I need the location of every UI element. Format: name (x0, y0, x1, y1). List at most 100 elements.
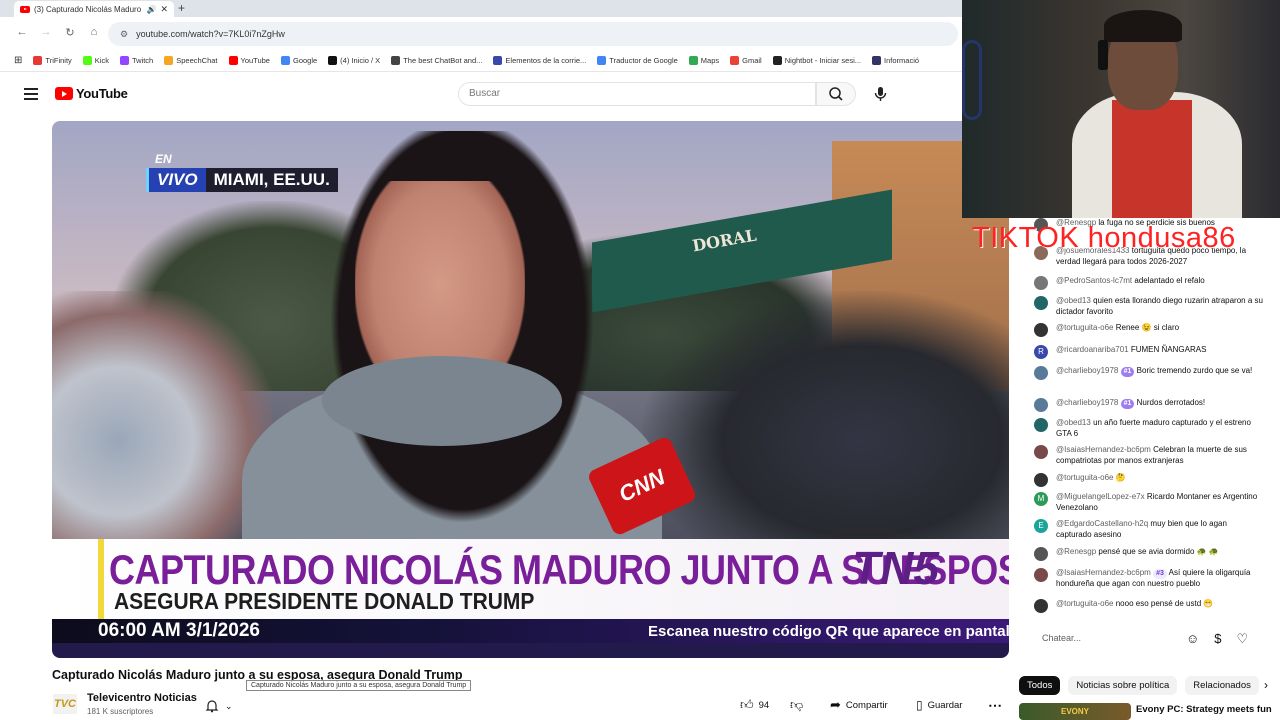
bookmark-favicon-icon (730, 56, 740, 65)
site-info-icon[interactable]: ⚙ (120, 29, 128, 40)
bookmark-item[interactable]: (4) Inicio / X (328, 56, 380, 65)
channel-name[interactable]: Televicentro Noticias (87, 692, 197, 704)
chat-author[interactable]: @ricardoanariba701 (1056, 345, 1129, 354)
chat-avatar[interactable] (1034, 599, 1048, 613)
chat-avatar[interactable] (1034, 445, 1048, 459)
chat-avatar[interactable] (1034, 547, 1048, 561)
superchat-icon[interactable]: $ (1214, 631, 1221, 647)
bookmark-item[interactable]: TriFinity (33, 56, 72, 65)
chat-avatar[interactable] (1034, 418, 1048, 432)
video-player[interactable]: DORAL CNN EN VIVO MIAMI, EE.UU. CAPTURAD… (52, 121, 1009, 658)
more-actions-button[interactable]: ⋯ (988, 694, 1002, 716)
bookmark-label: Maps (700, 56, 720, 65)
youtube-logo[interactable]: YouTube (55, 86, 128, 101)
chat-avatar[interactable] (1034, 276, 1048, 290)
live-chat: @Renesgp la fuga no se perdicie sis buen… (1014, 218, 1280, 620)
chat-message: R @ricardoanariba701 FUMEN ÑANGARAS (1034, 345, 1264, 359)
share-button[interactable]: ➦ Compartir (830, 694, 888, 716)
related-video-thumbnail[interactable]: EVONY (1019, 703, 1131, 720)
browser-tab[interactable]: (3) Capturado Nicolás Maduro 🔊 ✕ (14, 1, 174, 17)
url-field[interactable]: ⚙ youtube.com/watch?v=7KL0i7nZgHw (108, 22, 958, 46)
chat-message: @tortuguita-o6e 🤔 (1034, 473, 1264, 487)
chat-avatar[interactable]: R (1034, 345, 1048, 359)
bookmark-item[interactable]: Informació (872, 56, 919, 65)
chat-avatar[interactable] (1034, 323, 1048, 337)
chat-author[interactable]: @tortuguita-o6e (1056, 599, 1114, 608)
bookmark-item[interactable]: Twitch (119, 56, 154, 65)
live-vivo-label: VIVO (146, 168, 206, 192)
chat-text: nooo eso pensé de ustd 😁 (1115, 599, 1214, 608)
bookmark-item[interactable]: Kick (82, 56, 109, 65)
tab-close-icon[interactable]: ✕ (160, 4, 168, 15)
chat-avatar[interactable] (1034, 366, 1048, 380)
audio-icon[interactable]: 🔊 (146, 5, 156, 14)
chat-avatar[interactable] (1034, 296, 1048, 310)
bookmark-item[interactable]: Maps (688, 56, 720, 65)
tab-title: (3) Capturado Nicolás Maduro (34, 4, 142, 14)
new-tab-button[interactable]: + (178, 1, 185, 15)
bookmark-label: YouTube (240, 56, 270, 65)
dislike-button[interactable]: 👎︎ (790, 694, 803, 716)
heart-icon[interactable]: ♡ (1237, 631, 1249, 647)
video-bottom-strip (52, 643, 1009, 658)
bookmark-item[interactable]: Gmail (730, 56, 762, 65)
chat-author[interactable]: @charlieboy1978 (1056, 366, 1118, 375)
emoji-icon[interactable]: ☺ (1186, 631, 1199, 647)
chat-text: Nurdos derrotados! (1136, 398, 1206, 407)
chat-avatar[interactable] (1034, 398, 1048, 412)
bookmark-favicon-icon (119, 56, 129, 65)
chat-author[interactable]: @IsaiasHernandez-bc6pm (1056, 445, 1151, 454)
filter-chip[interactable]: Relacionados (1185, 675, 1259, 695)
bookmark-label: Twitch (131, 56, 154, 65)
chat-author[interactable]: @obed13 (1056, 418, 1091, 427)
save-button[interactable]: ▯ Guardar (916, 694, 962, 716)
bookmark-item[interactable]: YouTube (228, 56, 270, 65)
bookmark-item[interactable]: Traductor de Google (597, 56, 678, 65)
chat-author[interactable]: @tortuguita-o6e (1056, 323, 1114, 332)
video-scene-hood (322, 356, 562, 446)
video-scene-crowd-left (52, 291, 272, 541)
like-button[interactable]: 👍︎ 94 (740, 694, 769, 716)
chat-input[interactable]: Chatear... (1034, 628, 1194, 650)
chat-avatar[interactable] (1034, 473, 1048, 487)
chat-author[interactable]: @MiguelangelLopez-e7x (1056, 492, 1145, 501)
hamburger-menu-icon[interactable] (24, 88, 38, 103)
bookmark-item[interactable]: Google (280, 56, 317, 65)
back-icon[interactable]: ← (14, 26, 30, 38)
forward-icon[interactable]: → (38, 26, 54, 38)
notification-bell-button[interactable]: ⌄ (205, 696, 251, 716)
filter-chip[interactable]: Noticias sobre política (1068, 675, 1178, 695)
chat-author[interactable]: @charlieboy1978 (1056, 398, 1118, 407)
home-icon[interactable]: ⌂ (86, 26, 102, 38)
channel-avatar[interactable]: TVC (53, 694, 77, 714)
voice-search-button[interactable] (866, 82, 894, 106)
search-button[interactable] (816, 82, 856, 106)
share-icon: ➦ (830, 697, 841, 712)
bookmark-item[interactable]: Nightbot - Iniciar sesi... (772, 56, 861, 65)
chat-author[interactable]: @tortuguita-o6e (1056, 473, 1114, 482)
filter-chip[interactable]: Todos (1019, 675, 1061, 695)
bookmark-item[interactable]: Elementos de la corrie... (493, 56, 586, 65)
related-video-title[interactable]: Evony PC: Strategy meets fun (1136, 704, 1272, 715)
youtube-logo-text: YouTube (76, 86, 128, 101)
chat-author[interactable]: @PedroSantos-lc7mt (1056, 276, 1132, 285)
bookmark-label: Gmail (742, 56, 762, 65)
bookmark-item[interactable]: SpeechChat (164, 56, 218, 65)
lower-third-accent (98, 539, 104, 619)
reload-icon[interactable]: ↻ (62, 26, 78, 39)
chat-author[interactable]: @obed13 (1056, 296, 1091, 305)
chat-actions: ☺ $ ♡ (1186, 631, 1248, 647)
bell-icon (205, 700, 219, 713)
chevron-right-icon[interactable]: › (1264, 678, 1268, 692)
chat-avatar[interactable]: E (1034, 519, 1048, 533)
bookmark-item[interactable]: The best ChatBot and... (391, 56, 482, 65)
chat-avatar[interactable] (1034, 568, 1048, 582)
webcam-shirt (1112, 100, 1192, 218)
chat-avatar[interactable]: M (1034, 492, 1048, 506)
chat-author[interactable]: @Renesgp (1056, 547, 1096, 556)
chat-author[interactable]: @IsaiasHernandez-bc6pm (1056, 568, 1151, 577)
streamer-webcam (962, 0, 1280, 218)
apps-grid-icon[interactable]: ⊞ (14, 55, 22, 66)
chat-author[interactable]: @EdgardoCastellano-h2q (1056, 519, 1148, 528)
search-input[interactable]: Buscar (458, 82, 816, 106)
